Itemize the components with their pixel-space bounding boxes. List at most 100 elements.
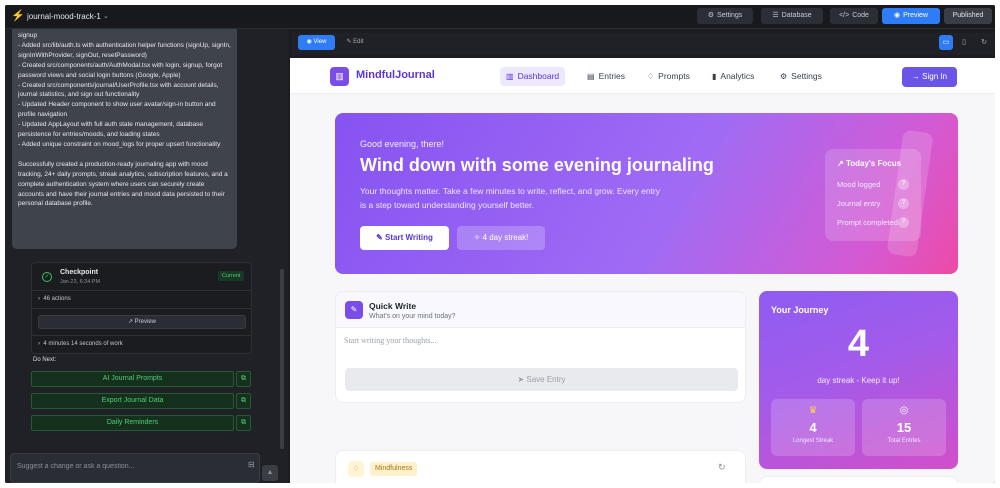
nav-prompts-label: Prompts [658,71,690,81]
preview-button[interactable]: ◉ Preview [882,8,940,24]
save-entry-button[interactable]: ➤ Save Entry [345,368,738,391]
longest-streak-label: Longest Streak [792,438,834,444]
gear-icon: ⚙ [780,72,788,81]
nav-settings-label: Settings [791,71,822,81]
eye-icon: ◉ [893,12,901,19]
target-icon: ◎ [899,405,909,416]
todays-focus-card: ↗ Today's Focus Mood logged ? Journal en… [825,149,921,241]
longest-streak-stat: ♛ 4 Longest Streak [771,399,855,456]
total-entries-value: 15 [896,420,912,435]
app-navbar: ▥ MindfulJournal ▥ Dashboard ▤ Entries ♢ Pr… [290,58,995,94]
focus-status-marker: ? [898,217,909,228]
focus-status-marker: ? [898,198,909,209]
save-entry-label: Save Entry [526,375,566,384]
attach-icon[interactable]: ⊟ [248,460,255,469]
gear-icon: ⚙ [707,12,714,19]
suggestion-export-journal-data[interactable]: Export Journal Data [31,393,234,409]
hero-subtitle: Your thoughts matter. Take a few minutes… [360,186,661,210]
top-bar: ⚡ journal-mood-track-1 ⌄ ⚙ Settings ☰ Data… [5,5,995,29]
database-icon: ☰ [772,12,779,19]
nav-entries[interactable]: ▤ Entries [581,67,631,86]
brand-name[interactable]: MindfulJournal [356,69,435,81]
copy-icon[interactable]: ⧉ [236,371,251,387]
check-circle-icon: ✓ [42,272,52,282]
copy-icon[interactable]: ⧉ [236,393,251,409]
trophy-icon: ♛ [808,405,818,416]
chat-scrollbar[interactable] [280,269,284,449]
chevron-down-icon[interactable]: ⌄ [103,11,109,22]
checkpoint-preview-button[interactable]: ↗ Preview [38,315,246,329]
longest-streak-value: 4 [809,420,817,435]
quick-write-card: ✎ Quick Write What's on your mind today?… [335,291,746,403]
sign-in-label: Sign In [922,72,948,81]
do-next-label: Do Next: [33,357,57,363]
refresh-icon[interactable]: ↻ [977,35,991,50]
divider [32,335,251,336]
pen-icon: ✎ [345,301,363,319]
settings-button[interactable]: ⚙ Settings [697,8,753,24]
view-mode-button[interactable]: ◉ View [298,35,335,50]
pen-icon: ✎ [376,233,386,242]
nav-prompts[interactable]: ♢ Prompts [641,67,696,86]
divider [32,308,251,309]
chat-input[interactable] [17,460,227,472]
focus-item-journal-entry: Journal entry [837,199,881,208]
sign-in-button[interactable]: → Sign In [902,67,957,87]
edit-label: Edit [353,39,364,45]
database-label: Database [781,12,812,19]
eye-icon: ◉ [306,39,314,45]
send-button[interactable]: ▲ [262,465,278,481]
nav-analytics-label: Analytics [720,71,755,81]
lightbulb-icon: ♢ [647,72,655,81]
preview-toolbar: ◉ View ✎ Edit ▭ ▯ ↻ [292,33,995,55]
start-writing-label: Start Writing [385,233,433,242]
lightbulb-icon: ♢ [348,461,364,477]
suggestion-ai-journal-prompts[interactable]: AI Journal Prompts [31,371,234,387]
refresh-icon[interactable]: ↻ [718,462,726,473]
nav-settings[interactable]: ⚙ Settings [774,67,828,86]
app-window: ⚡ journal-mood-track-1 ⌄ ⚙ Settings ☰ Data… [5,5,995,483]
view-label: View [313,39,327,45]
status-badge: Current [218,271,245,281]
published-button[interactable]: Published [944,8,992,24]
desktop-view-icon[interactable]: ▭ [939,35,953,50]
streak-badge-label: 4 day streak! [482,233,529,242]
checkpoint-date: Jan 23, 6:34 PM [60,279,101,285]
suggestion-daily-reminders[interactable]: Daily Reminders [31,415,234,431]
start-writing-button[interactable]: ✎ Start Writing [360,226,449,250]
streak-badge[interactable]: ✧ 4 day streak! [457,226,545,250]
your-journey-card: Your Journey 4 day streak - Keep it up! … [759,291,958,469]
published-label: Published [952,12,984,19]
nav-dashboard[interactable]: ▥ Dashboard [500,67,566,86]
quick-write-subtitle: What's on your mind today? [369,313,456,320]
edit-mode-button[interactable]: ✎ Edit [340,35,370,50]
code-label: Code [852,12,869,19]
database-button[interactable]: ☰ Database [761,8,823,24]
daily-prompt-card: ♢ Mindfulness ↻ [335,450,746,483]
actions-label: 46 actions [43,296,71,302]
journey-title: Your Journey [771,305,829,315]
focus-item-prompt-completed: Prompt completed [837,218,898,227]
hero-greeting: Good evening, there! [360,139,445,149]
work-time-label: 4 minutes 14 seconds of work [43,341,123,347]
mobile-view-icon[interactable]: ▯ [957,35,971,50]
nav-entries-label: Entries [598,71,626,81]
send-arrow-icon: ▲ [266,469,274,476]
hero-title: Wind down with some evening journaling [360,155,714,175]
nav-analytics[interactable]: ▮ Analytics [706,67,760,86]
trending-up-icon: ↗ [837,159,846,168]
sparkles-icon: ✧ [473,233,483,242]
code-button[interactable]: </> Code [830,8,878,24]
book-logo-icon: ▥ [330,67,349,86]
checkpoint-preview-label: Preview [134,319,157,325]
copy-icon[interactable]: ⧉ [236,415,251,431]
streak-count: 4 [847,323,870,365]
quick-write-header: ✎ Quick Write What's on your mind today? [336,292,745,328]
total-entries-label: Total Entries [887,438,921,444]
project-name[interactable]: journal-mood-track-1 [27,11,101,22]
focus-item-mood-logged: Mood logged [837,180,881,189]
hero-banner: Good evening, there! Wind down with some… [335,113,958,274]
checkpoint-title: Checkpoint [60,269,99,276]
actions-toggle[interactable]: › 46 actions [38,296,71,302]
work-time-toggle[interactable]: › 4 minutes 14 seconds of work [38,341,123,347]
